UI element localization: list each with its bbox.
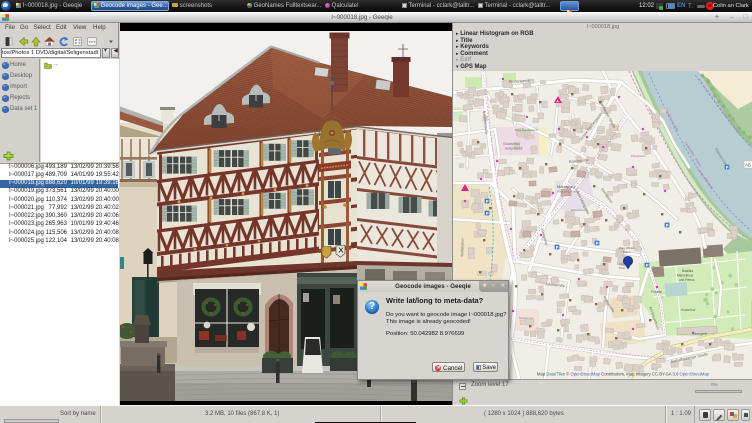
svg-text:Basilika: Basilika	[682, 269, 693, 273]
svg-text:AB: AB	[745, 162, 751, 167]
svg-text:Klosterhof: Klosterhof	[681, 308, 695, 312]
svg-text:Orangerie: Orangerie	[693, 332, 707, 336]
svg-text:P: P	[556, 244, 559, 249]
svg-text:P: P	[726, 164, 729, 169]
svg-text:P: P	[646, 262, 649, 267]
svg-text:Pulverturm: Pulverturm	[631, 154, 646, 158]
svg-text:Seligenstadt: Seligenstadt	[505, 146, 523, 150]
svg-text:Mann: Mann	[623, 250, 631, 254]
svg-text:Marktplatz: Marktplatz	[557, 184, 575, 189]
svg-text:Stadtgraben: Stadtgraben	[460, 238, 465, 257]
svg-text:Einhardhaus: Einhardhaus	[571, 208, 588, 212]
svg-text:Map Data/Tiles © OpenStreetMap: Map Data/Tiles © OpenStreetMap Contribut…	[537, 371, 710, 376]
svg-text:P: P	[596, 240, 599, 245]
svg-text:Klaa Frankreisch: Klaa Frankreisch	[515, 128, 538, 132]
svg-text:P: P	[486, 210, 489, 215]
svg-text:Prälatur: Prälatur	[651, 290, 663, 294]
svg-text:Marcellinus: Marcellinus	[677, 273, 694, 277]
svg-text:P: P	[666, 222, 669, 227]
svg-text:Schleuners: Schleuners	[519, 316, 535, 320]
svg-text:Post: Post	[619, 266, 625, 270]
svg-text:Glaabsbrau: Glaabsbrau	[503, 142, 520, 146]
svg-text:und Petrus: und Petrus	[679, 277, 695, 281]
svg-text:P: P	[486, 198, 489, 203]
